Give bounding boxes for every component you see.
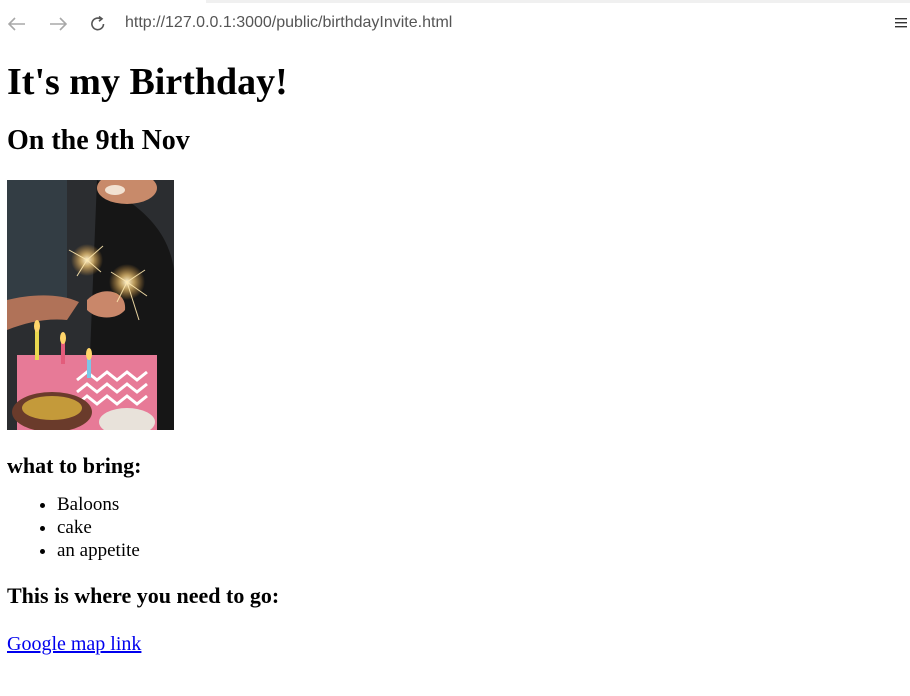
date-heading: On the 9th Nov (7, 125, 190, 156)
bring-heading: what to bring: (7, 453, 142, 478)
browser-toolbar: http://127.0.0.1:3000/public/birthdayInv… (0, 0, 910, 48)
where-heading: This is where you need to go: (7, 583, 280, 608)
google-map-link[interactable]: Google map link (7, 632, 141, 656)
reload-button[interactable] (86, 11, 110, 37)
address-bar[interactable]: http://127.0.0.1:3000/public/birthdayInv… (125, 14, 452, 32)
forward-button[interactable] (46, 11, 70, 37)
arrow-left-icon (8, 17, 25, 31)
page-title: It's my Birthday! (7, 61, 288, 103)
reload-icon (91, 15, 105, 31)
birthday-photo-illustration (7, 180, 174, 430)
list-item: cake (57, 516, 897, 539)
birthday-photo (7, 180, 174, 430)
tab-strip-edge (206, 0, 910, 3)
list-item: Baloons (57, 493, 897, 516)
arrow-right-icon (50, 17, 67, 31)
menu-icon[interactable] (895, 14, 910, 34)
bring-list: Baloons cake an appetite (7, 493, 897, 562)
back-button[interactable] (5, 11, 29, 37)
list-item: an appetite (57, 539, 897, 562)
page-content: It's my Birthday! On the 9th Nov what to… (7, 48, 897, 656)
